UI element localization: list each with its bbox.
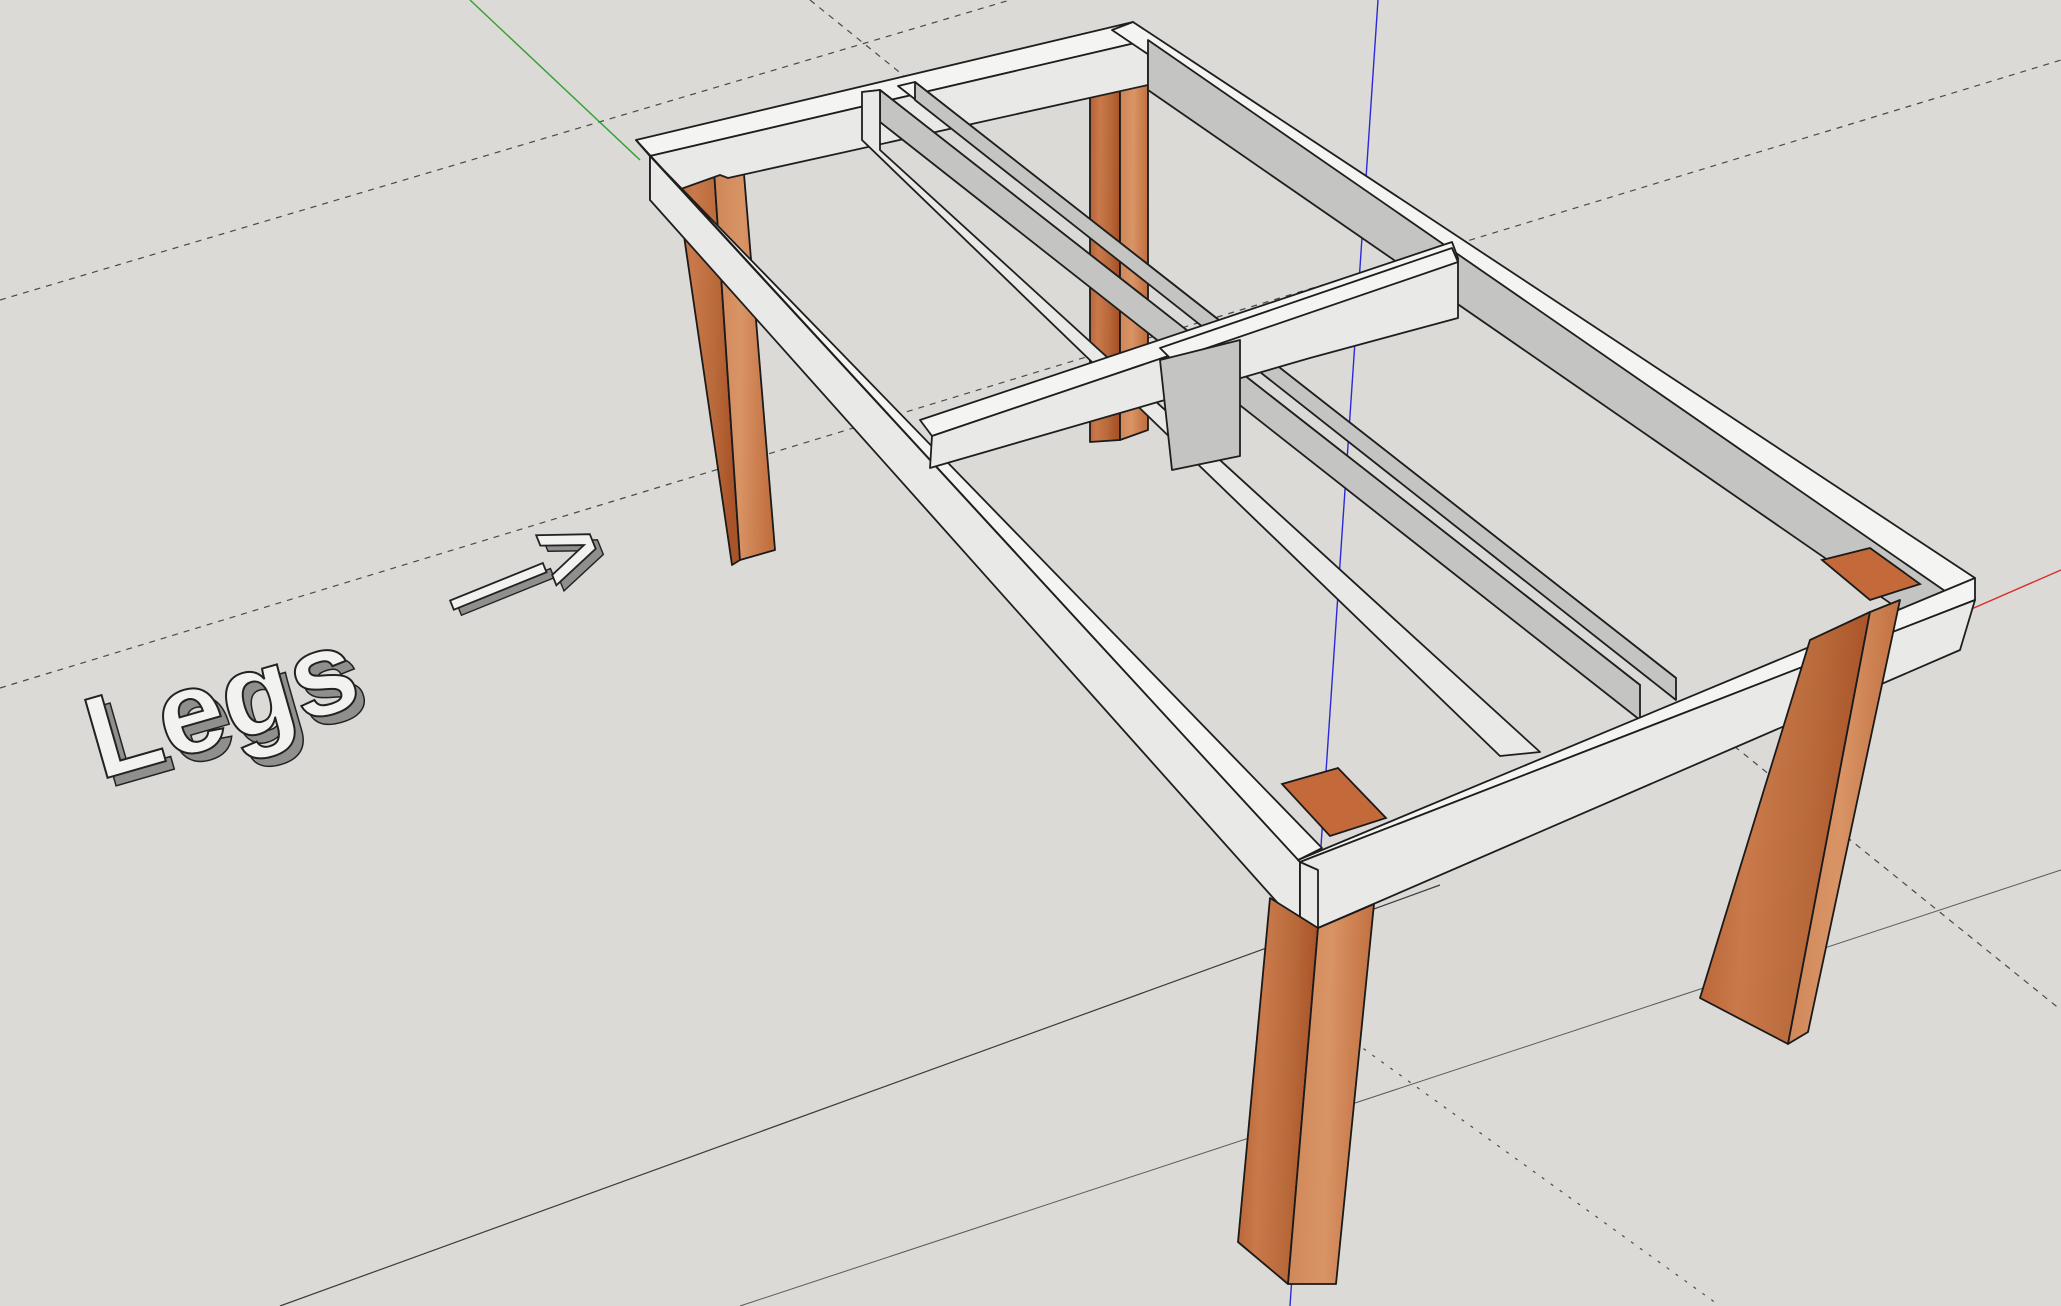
scene-canvas[interactable]: Legs Legs —> —> [0, 0, 2061, 1306]
legs-3d-text[interactable]: Legs Legs [70, 601, 381, 815]
arrow-3d-text[interactable]: —> —> [427, 485, 625, 657]
modeling-viewport[interactable]: Legs Legs —> —> [0, 0, 2061, 1306]
table-leg-front-right[interactable] [1699, 547, 1922, 1045]
